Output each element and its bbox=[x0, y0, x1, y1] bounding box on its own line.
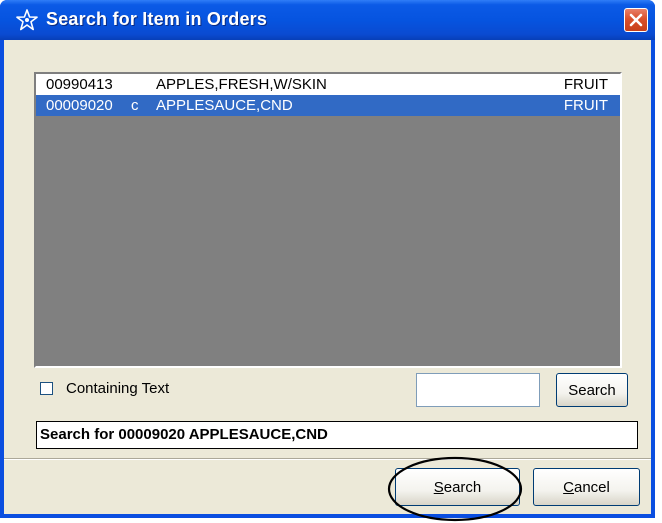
item-description: APPLES,FRESH,W/SKIN bbox=[156, 76, 327, 93]
containing-text-label[interactable]: Containing Text bbox=[66, 380, 169, 397]
star-outline-icon bbox=[16, 9, 38, 31]
item-code: 00990413 bbox=[46, 76, 113, 93]
title-bar[interactable]: Search for Item in Orders bbox=[0, 0, 655, 40]
list-item-selected[interactable]: 00009020 c APPLESAUCE,CND FRUIT bbox=[36, 95, 620, 116]
item-code: 00009020 bbox=[46, 97, 113, 114]
dialog-window: Search for Item in Orders 00990413 APPLE… bbox=[0, 0, 655, 518]
item-category: FRUIT bbox=[563, 76, 608, 93]
containing-text-checkbox[interactable] bbox=[40, 382, 53, 395]
search-button[interactable]: Search bbox=[395, 468, 520, 506]
cancel-button[interactable]: Cancel bbox=[533, 468, 640, 506]
dialog-body: 00990413 APPLES,FRESH,W/SKIN FRUIT 00009… bbox=[4, 40, 651, 514]
search-label-rest: earch bbox=[443, 478, 482, 496]
containing-text-input[interactable] bbox=[416, 373, 540, 407]
cancel-mnemonic: C bbox=[563, 478, 574, 496]
item-category: FRUIT bbox=[563, 97, 608, 114]
footer-divider bbox=[4, 458, 651, 460]
filter-search-button[interactable]: Search bbox=[556, 373, 628, 407]
search-mnemonic: S bbox=[433, 478, 444, 496]
cancel-label-rest: ancel bbox=[573, 478, 610, 496]
results-list[interactable]: 00990413 APPLES,FRESH,W/SKIN FRUIT 00009… bbox=[34, 72, 622, 368]
list-item[interactable]: 00990413 APPLES,FRESH,W/SKIN FRUIT bbox=[36, 74, 620, 95]
item-flag: c bbox=[131, 97, 139, 114]
search-status-field: Search for 00009020 APPLESAUCE,CND bbox=[36, 421, 638, 449]
item-description: APPLESAUCE,CND bbox=[156, 97, 293, 114]
window-title: Search for Item in Orders bbox=[46, 9, 268, 29]
close-icon bbox=[629, 13, 643, 27]
close-button[interactable] bbox=[624, 8, 648, 32]
